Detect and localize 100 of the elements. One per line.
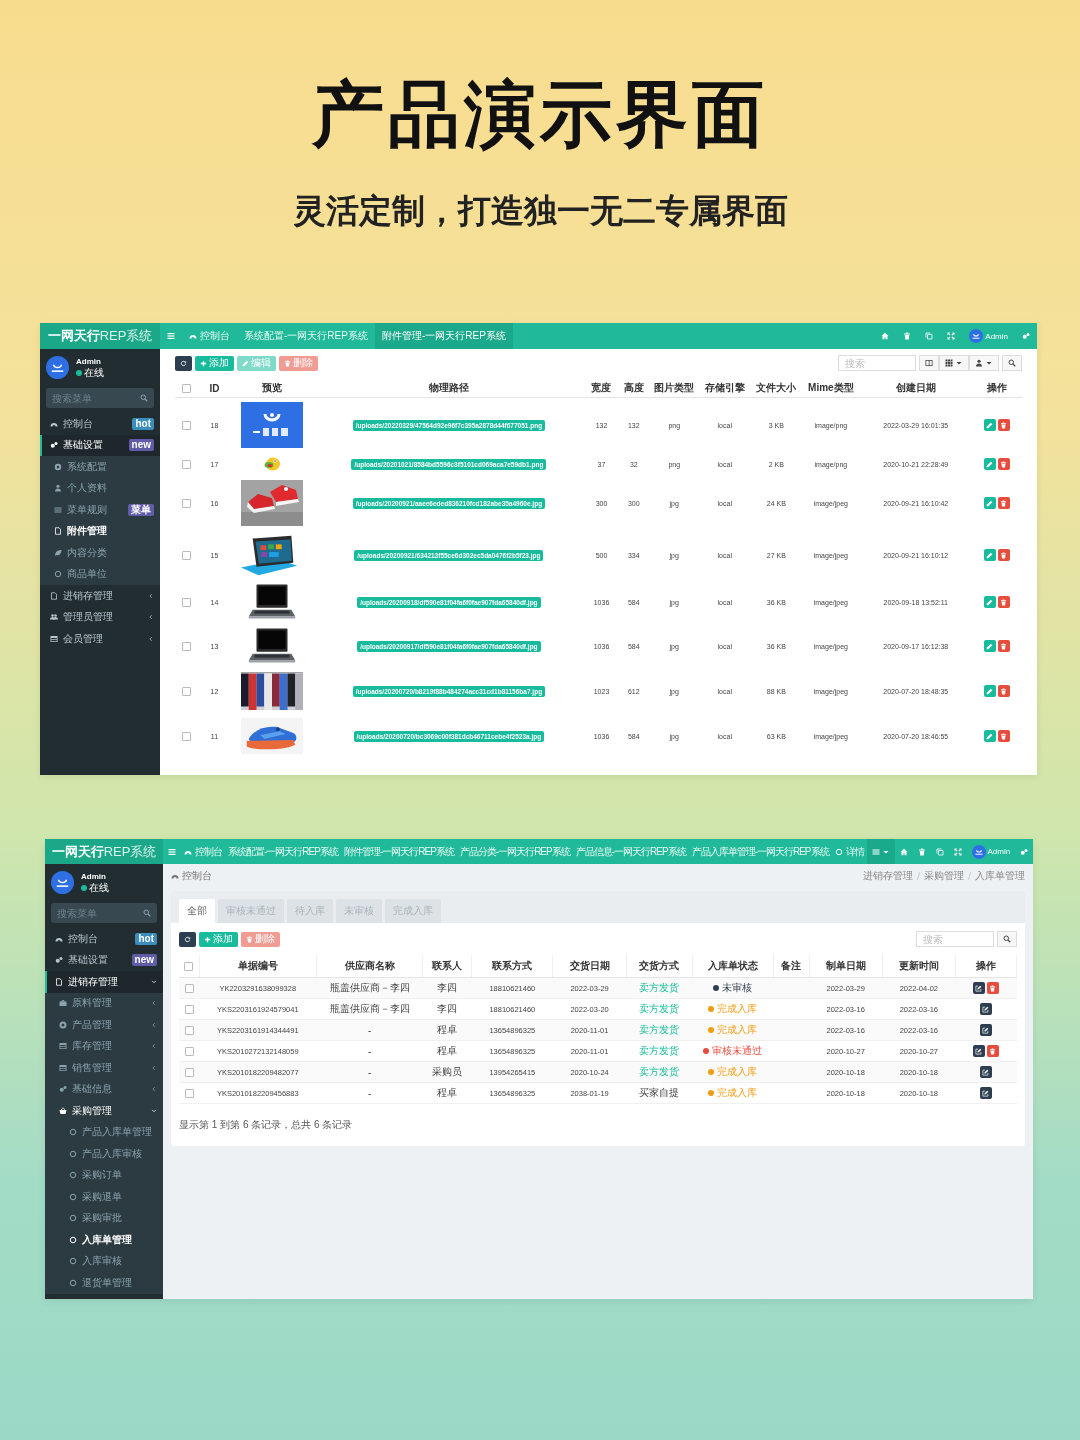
- checkbox[interactable]: [184, 962, 194, 972]
- menu-item[interactable]: 产品入库单管理: [45, 1121, 163, 1143]
- menu-item[interactable]: 菜单规则 菜单: [40, 499, 160, 521]
- delete-button[interactable]: [997, 458, 1010, 470]
- menu-item[interactable]: 控制台 hot: [45, 928, 163, 950]
- search-button[interactable]: [1002, 355, 1022, 371]
- menu-item[interactable]: 内容分类: [40, 542, 160, 564]
- delete-button[interactable]: [997, 497, 1010, 509]
- checkbox[interactable]: [181, 459, 191, 469]
- plus-icon: [204, 935, 211, 943]
- menu-item[interactable]: 控制台 hot: [40, 413, 160, 435]
- checkbox[interactable]: [181, 550, 191, 560]
- checkbox[interactable]: [181, 686, 191, 696]
- nav-tab[interactable]: 产品信息-一网天行REP系统: [572, 839, 689, 864]
- edit-button[interactable]: [972, 1045, 985, 1057]
- export-button[interactable]: [969, 355, 999, 371]
- menu-item[interactable]: 退货单管理: [45, 1272, 163, 1294]
- column-header: 交货日期: [553, 955, 627, 978]
- edit-button[interactable]: [979, 1024, 992, 1036]
- delete-button[interactable]: [997, 640, 1010, 652]
- menu-item[interactable]: 商品单位: [40, 563, 160, 585]
- nav-tab[interactable]: 控制台: [182, 323, 237, 349]
- checkbox[interactable]: [181, 731, 191, 741]
- trash-icon: [246, 935, 253, 943]
- checkbox[interactable]: [181, 384, 191, 394]
- menu-item[interactable]: 产品管理: [45, 1014, 163, 1036]
- column-header: 联系方式: [471, 955, 553, 978]
- nav-tab[interactable]: 附件管理-一网天行REP系统: [340, 839, 457, 864]
- nav-tab[interactable]: 附件管理-一网天行REP系统: [374, 323, 513, 349]
- menu-item[interactable]: 销售管理: [45, 1057, 163, 1079]
- checkbox[interactable]: [181, 498, 191, 508]
- nav-tab[interactable]: 产品分类-一网天行REP系统: [456, 839, 573, 864]
- edit-button[interactable]: [972, 982, 985, 994]
- menu-item[interactable]: 采购审批: [45, 1207, 163, 1229]
- menu-item[interactable]: 基础信息: [45, 1078, 163, 1100]
- checkbox[interactable]: [184, 1046, 194, 1056]
- expand-icon: [947, 332, 956, 340]
- checkbox[interactable]: [184, 1004, 194, 1014]
- checkbox[interactable]: [184, 983, 194, 993]
- edit-button[interactable]: [979, 1066, 992, 1078]
- search-button[interactable]: [997, 931, 1017, 947]
- menu-item[interactable]: 采购订单: [45, 1164, 163, 1186]
- menu-item[interactable]: 采购管理: [45, 1100, 163, 1122]
- menu-item[interactable]: 入库单管理: [45, 1229, 163, 1251]
- table-icon: [50, 634, 58, 643]
- checkbox[interactable]: [184, 1025, 194, 1035]
- search-field[interactable]: 搜索: [838, 355, 916, 371]
- menu-item[interactable]: 库存管理: [45, 1035, 163, 1057]
- menu-item[interactable]: 产品入库审核: [45, 1143, 163, 1165]
- checkbox[interactable]: [184, 1088, 194, 1098]
- checkbox[interactable]: [181, 597, 191, 607]
- delete-button[interactable]: [997, 419, 1010, 431]
- delete-button[interactable]: [986, 982, 999, 994]
- breadcrumb-link[interactable]: 控制台: [171, 869, 212, 883]
- menu-item[interactable]: 进销存管理: [40, 585, 160, 607]
- refresh-button[interactable]: [175, 355, 192, 371]
- status-text: 在线: [84, 367, 104, 378]
- breadcrumb-link[interactable]: 入库单管理: [975, 869, 1025, 883]
- checkbox[interactable]: [184, 1067, 194, 1077]
- menu-item[interactable]: 基础设置 new: [45, 949, 163, 971]
- dropdown-button[interactable]: [866, 839, 895, 864]
- user-menu[interactable]: Admin: [962, 323, 1015, 349]
- grid-button[interactable]: [939, 355, 969, 371]
- delete-button[interactable]: [997, 685, 1010, 697]
- menu-item[interactable]: 管理员管理: [40, 606, 160, 628]
- nav-tab[interactable]: 详情: [831, 839, 867, 864]
- search-field[interactable]: 搜索: [916, 931, 994, 947]
- circle-icon: [69, 1257, 77, 1266]
- nav-tab[interactable]: 系统配置-一网天行REP系统: [237, 323, 375, 349]
- delete-button[interactable]: [997, 549, 1010, 561]
- menu-item[interactable]: 原料管理: [45, 992, 163, 1014]
- menu-item[interactable]: 进销存管理: [45, 971, 163, 993]
- edit-button[interactable]: [979, 1003, 992, 1015]
- column-header: 联系人: [422, 955, 472, 978]
- menu-item[interactable]: 会员管理: [40, 628, 160, 650]
- nav-tab[interactable]: 系统配置-一网天行REP系统: [225, 839, 341, 864]
- delete-button[interactable]: [986, 1045, 999, 1057]
- refresh-button[interactable]: [179, 931, 196, 947]
- breadcrumb-link[interactable]: 进销存管理: [863, 869, 913, 883]
- nav-tab[interactable]: 产品入库单管理-一网天行REP系统: [688, 839, 832, 864]
- breadcrumb-link[interactable]: 采购管理: [924, 869, 964, 883]
- menu-item[interactable]: 系统配置: [40, 456, 160, 478]
- menu-item[interactable]: 采购退单: [45, 1186, 163, 1208]
- filter-tab[interactable]: 全部: [179, 899, 215, 923]
- columns-button[interactable]: [919, 355, 939, 371]
- menu-item[interactable]: 入库审核: [45, 1250, 163, 1272]
- plus-icon: [200, 359, 207, 367]
- table-cell: -: [316, 1019, 423, 1041]
- edit-button[interactable]: [979, 1087, 992, 1099]
- menu-item[interactable]: 个人资料: [40, 477, 160, 499]
- menu-item[interactable]: 附件管理: [40, 520, 160, 542]
- user-menu[interactable]: Admin: [966, 839, 1016, 864]
- checkbox[interactable]: [181, 420, 191, 430]
- delete-button[interactable]: [997, 730, 1010, 742]
- delete-button[interactable]: [997, 596, 1010, 608]
- checkbox[interactable]: [181, 641, 191, 651]
- nav-tab[interactable]: 控制台: [181, 839, 225, 864]
- add-button[interactable]: 添加: [195, 355, 234, 371]
- menu-item[interactable]: 基础设置 new: [40, 434, 160, 456]
- add-button[interactable]: 添加: [199, 931, 238, 947]
